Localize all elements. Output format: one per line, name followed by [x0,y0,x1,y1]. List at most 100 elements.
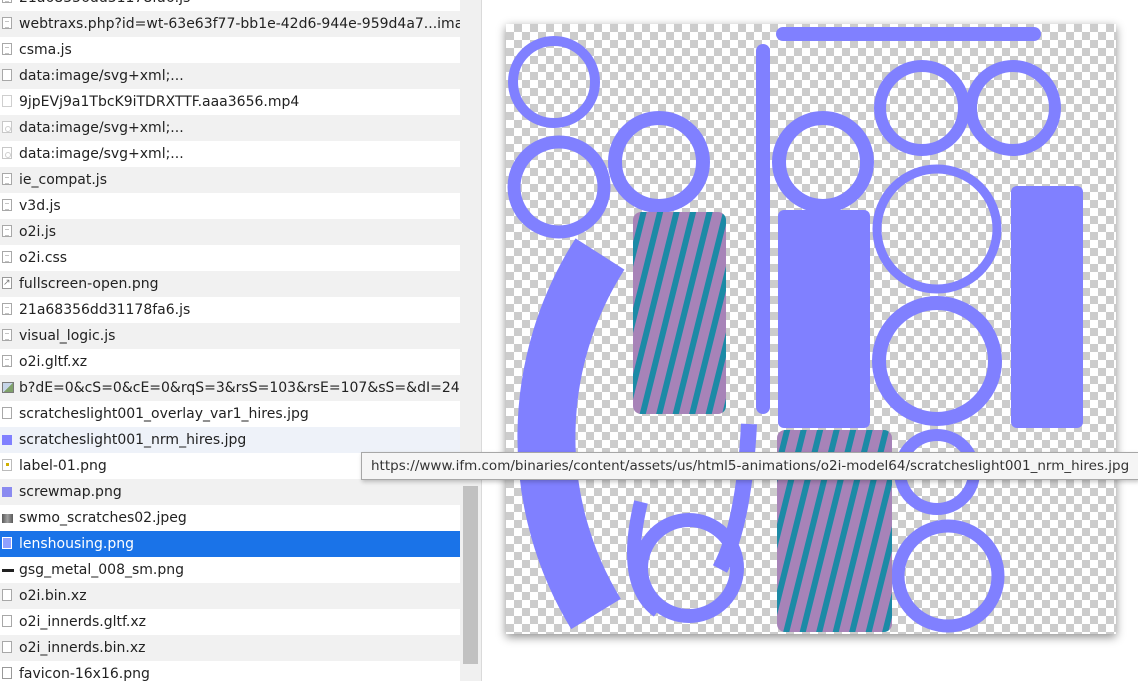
resource-name: data:image/svg+xml;... [19,120,184,136]
resource-name: o2i.css [19,250,68,266]
resource-row[interactable]: swmo_scratches02.jpeg [0,505,460,531]
resource-row[interactable]: scratcheslight001_overlay_var1_hires.jpg [0,401,460,427]
svg-image-icon [2,147,12,159]
resource-list: 21a68356dd31178fa6.js webtraxs.php?id=wt-… [0,0,460,687]
resource-row[interactable]: data:image/svg+xml;... [0,115,460,141]
resource-name: visual_logic.js [19,328,116,344]
script-file-icon [2,17,12,29]
resource-name: scratcheslight001_overlay_var1_hires.jpg [19,406,309,422]
uv-panel [1011,186,1083,428]
uv-ring [507,135,611,239]
resource-name: label-01.png [19,458,107,474]
resource-row[interactable]: 21a68356dd31178fa6.js [0,297,460,323]
resource-row[interactable]: gsg_metal_008_sm.png [0,557,460,583]
file-icon [2,589,12,601]
script-file-icon [2,199,12,211]
resource-name: data:image/svg+xml;... [19,146,184,162]
resource-name: swmo_scratches02.jpeg [19,510,187,526]
resource-name: ie_compat.js [19,172,107,188]
resource-row[interactable]: csma.js [0,37,460,63]
metal-texture-thumbnail-icon [2,565,14,575]
image-preview [506,24,1116,634]
favicon-file-icon [2,667,12,679]
script-file-icon [2,43,12,55]
media-file-icon [2,95,12,107]
resource-row[interactable]: o2i_innerds.gltf.xz [0,609,460,635]
resource-row[interactable]: visual_logic.js [0,323,460,349]
resource-name: v3d.js [19,198,61,214]
scratch-texture-thumbnail-icon [2,514,13,523]
normal-map-thumbnail-icon [2,487,12,497]
resource-row[interactable]: b?dE=0&cS=0&cE=0&rqS=3&rsS=103&rsE=107&s… [0,375,460,401]
resource-row[interactable]: data:image/svg+xml;... [0,141,460,167]
image-file-icon [2,382,14,393]
resource-name: 21a68356dd31178fa6.js [19,0,190,11]
resource-name: o2i.gltf.xz [19,354,88,370]
uv-ring [965,60,1061,156]
uv-bar [756,44,770,414]
stylesheet-file-icon [2,251,12,263]
resource-row[interactable]: o2i.css [0,245,460,271]
resource-name: scratcheslight001_nrm_hires.jpg [19,432,247,448]
uv-ring [874,60,970,156]
resource-name: o2i_innerds.bin.xz [19,640,146,656]
resource-row[interactable]: o2i_innerds.bin.xz [0,635,460,661]
file-icon [2,355,12,367]
uv-hook [712,423,757,573]
uv-panel [778,210,870,428]
script-file-icon [2,329,12,341]
normal-map-texture [507,27,1083,633]
resource-name: gsg_metal_008_sm.png [19,562,185,578]
resource-name: b?dE=0&cS=0&cE=0&rqS=3&rsS=103&rsE=107&s… [19,380,460,396]
resource-name: fullscreen-open.png [19,276,159,292]
resource-name: data:image/svg+xml;... [19,68,184,84]
resource-name: lenshousing.png [19,536,135,552]
resource-row[interactable]: webtraxs.php?id=wt-63e63f77-bb1e-42d6-94… [0,11,460,37]
uv-bar [776,27,1041,41]
fullscreen-image-icon [2,271,12,296]
resource-name: o2i_innerds.gltf.xz [19,614,147,630]
resource-name: 9jpEVj9a1TbcK9iTDRXTTF.aaa3656.mp4 [19,94,300,110]
script-file-icon [2,173,12,185]
svg-image-icon [2,121,12,133]
image-thumbnail-icon [2,537,12,549]
resource-name: webtraxs.php?id=wt-63e63f77-bb1e-42d6-94… [19,16,460,32]
script-file-icon [2,0,12,3]
script-file-icon [2,303,12,315]
file-icon [2,641,12,653]
pane-divider[interactable] [481,0,482,681]
image-file-icon [2,407,12,419]
uv-arc-strip [517,238,625,630]
resource-row[interactable]: favicon-16x16.png [0,661,460,687]
resource-row[interactable]: ie_compat.js [0,167,460,193]
resource-name: 21a68356dd31178fa6.js [19,302,191,318]
resource-name: o2i.js [19,224,56,240]
list-scrollbar-thumb[interactable] [463,486,478,664]
resource-row[interactable]: o2i.js [0,219,460,245]
resource-row[interactable]: fullscreen-open.png [0,271,460,297]
url-tooltip: https://www.ifm.com/binaries/content/ass… [361,452,1138,480]
resource-row[interactable]: lenshousing.png [0,531,460,557]
resource-row[interactable]: 9jpEVj9a1TbcK9iTDRXTTF.aaa3656.mp4 [0,89,460,115]
uv-ring [872,164,1002,294]
uv-striped-patch [633,212,726,414]
script-file-icon [2,225,12,237]
resource-row[interactable]: screwmap.png [0,479,460,505]
resource-row[interactable]: v3d.js [0,193,460,219]
resource-name: o2i.bin.xz [19,588,87,604]
image-file-icon [2,459,12,471]
file-icon [2,69,12,81]
normal-map-thumbnail-icon [2,435,12,445]
resource-row[interactable]: data:image/svg+xml;... [0,63,460,89]
uv-ring [608,111,710,213]
resource-row[interactable]: scratcheslight001_nrm_hires.jpg [0,427,460,453]
uv-ring [891,519,1005,633]
uv-ring [872,296,1002,426]
resource-name: screwmap.png [19,484,122,500]
resource-row[interactable]: o2i.gltf.xz [0,349,460,375]
resource-name: favicon-16x16.png [19,666,150,682]
resource-name: csma.js [19,42,72,58]
resource-row[interactable]: 21a68356dd31178fa6.js [0,0,460,11]
file-icon [2,615,12,627]
resource-row[interactable]: o2i.bin.xz [0,583,460,609]
